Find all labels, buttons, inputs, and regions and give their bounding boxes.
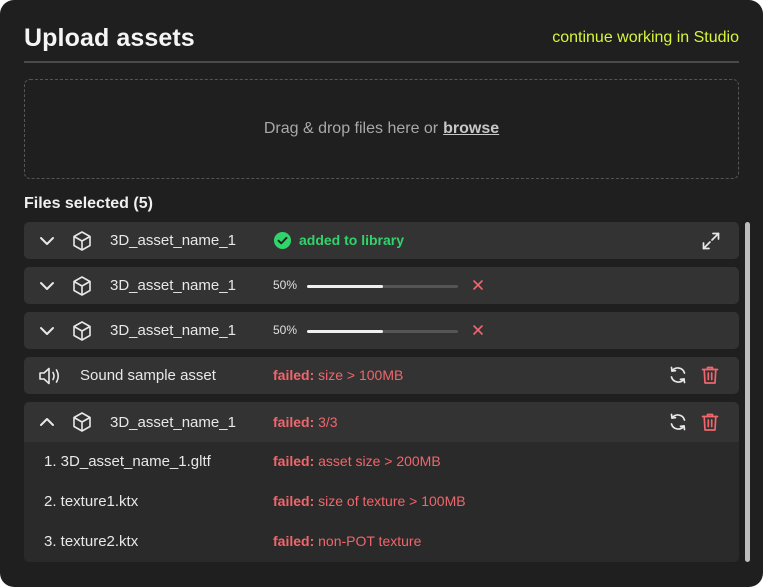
- failed-detail: 3/3: [318, 414, 338, 430]
- upload-assets-dialog: Upload assets continue working in Studio…: [0, 0, 763, 587]
- file-status: added to library: [299, 232, 405, 248]
- sub-file-row: 2. texture1.ktx failed: size of texture …: [24, 482, 739, 522]
- file-list-scrollbar[interactable]: [745, 222, 750, 562]
- chevron-up-icon[interactable]: [38, 413, 56, 431]
- file-name: Sound sample asset: [80, 367, 216, 384]
- dropzone-text: Drag & drop files here or: [263, 120, 439, 137]
- file-row: 3D_asset_name_1 failed: 3/3: [24, 402, 739, 442]
- file-status: failed: size > 100MB: [273, 367, 403, 383]
- sub-file-name: 1. 3D_asset_name_1.gltf: [44, 453, 211, 470]
- failed-label: failed:: [273, 414, 315, 430]
- file-name: 3D_asset_name_1: [110, 414, 236, 431]
- failed-detail: asset size > 200MB: [318, 453, 441, 469]
- expanded-file-group: 3D_asset_name_1 failed: 3/3 1. 3D_asset_…: [24, 402, 739, 562]
- chevron-down-icon[interactable]: [38, 232, 56, 250]
- file-name: 3D_asset_name_1: [110, 232, 236, 249]
- trash-icon[interactable]: [700, 412, 720, 432]
- file-row: Sound sample asset failed: size > 100MB: [24, 357, 739, 394]
- cancel-upload-icon[interactable]: [472, 279, 484, 291]
- sub-file-row: 1. 3D_asset_name_1.gltf failed: asset si…: [24, 442, 739, 482]
- cube-icon: [73, 276, 91, 296]
- continue-in-studio-link[interactable]: continue working in Studio: [552, 29, 739, 47]
- cube-icon: [73, 321, 91, 341]
- failed-detail: non-POT texture: [318, 533, 422, 549]
- trash-icon[interactable]: [700, 365, 720, 385]
- failed-label: failed:: [273, 453, 315, 469]
- progress-bar: [307, 285, 458, 288]
- failed-detail: size > 100MB: [318, 367, 404, 383]
- progress-bar: [307, 330, 458, 333]
- dialog-title: Upload assets: [24, 24, 195, 52]
- sub-file-name: 2. texture1.ktx: [44, 493, 139, 510]
- file-name: 3D_asset_name_1: [110, 322, 236, 339]
- browse-link[interactable]: browse: [443, 120, 499, 138]
- speaker-icon: [39, 367, 60, 385]
- progress-fill: [307, 285, 383, 288]
- cancel-upload-icon[interactable]: [472, 324, 484, 336]
- retry-icon[interactable]: [668, 412, 688, 432]
- expand-icon[interactable]: [701, 231, 721, 251]
- failed-label: failed:: [273, 533, 315, 549]
- progress-percent: 50%: [273, 323, 298, 337]
- chevron-down-icon[interactable]: [38, 322, 56, 340]
- cube-icon: [73, 231, 91, 251]
- files-selected-heading: Files selected (5): [24, 195, 153, 212]
- cube-icon: [73, 412, 91, 432]
- file-status: failed: 3/3: [273, 414, 338, 430]
- sub-file-status: failed: non-POT texture: [273, 533, 421, 549]
- retry-icon[interactable]: [668, 365, 688, 385]
- file-row: 3D_asset_name_1 added to library: [24, 222, 739, 259]
- file-row: 3D_asset_name_1 50%: [24, 267, 739, 304]
- failed-detail: size of texture > 100MB: [318, 493, 466, 509]
- dialog-header: Upload assets continue working in Studio: [24, 24, 739, 60]
- progress-percent: 50%: [273, 278, 298, 292]
- failed-label: failed:: [273, 367, 315, 383]
- file-name: 3D_asset_name_1: [110, 277, 236, 294]
- progress-fill: [307, 330, 383, 333]
- file-dropzone[interactable]: Drag & drop files here or browse: [24, 79, 739, 179]
- header-divider: [24, 61, 739, 63]
- file-row: 3D_asset_name_1 50%: [24, 312, 739, 349]
- sub-file-status: failed: asset size > 200MB: [273, 453, 441, 469]
- sub-file-name: 3. texture2.ktx: [44, 533, 139, 550]
- check-circle-icon: [273, 231, 292, 250]
- chevron-down-icon[interactable]: [38, 277, 56, 295]
- sub-file-status: failed: size of texture > 100MB: [273, 493, 466, 509]
- sub-file-row: 3. texture2.ktx failed: non-POT texture: [24, 522, 739, 562]
- failed-label: failed:: [273, 493, 315, 509]
